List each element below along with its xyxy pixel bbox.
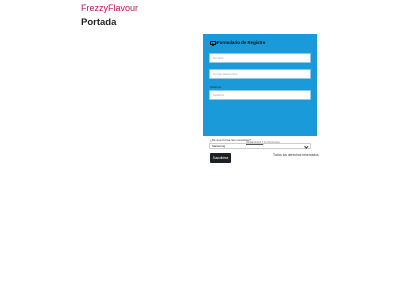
email-input[interactable] [209, 69, 311, 79]
page-title: Portada [81, 17, 117, 28]
name-input[interactable] [209, 53, 311, 63]
footer-copyright: Todos los derechos reservados [273, 153, 319, 157]
subscribe-button[interactable]: Suscribirse [210, 153, 231, 163]
form-heading: Formulario de Registro [210, 40, 265, 46]
site-title-link[interactable]: FrezzyFlavour [81, 3, 138, 14]
phone-label: Telefono [210, 85, 222, 89]
powered-by-text: by Shortcodes [263, 141, 280, 144]
registration-form: Formulario de Registro Telefono ¿De que … [203, 34, 317, 163]
powered-by-link[interactable]: Contact Form 7 [246, 141, 263, 144]
source-select-value: Marketing [212, 144, 226, 148]
powered-by-note: Contact Form 7 by Shortcodes [246, 141, 280, 144]
envelope-icon [210, 40, 216, 45]
form-heading-text: Formulario de Registro [217, 40, 266, 45]
phone-input[interactable] [209, 90, 311, 100]
source-label: ¿De que forma nos conociste? [210, 138, 251, 142]
chevron-down-icon [304, 144, 309, 149]
